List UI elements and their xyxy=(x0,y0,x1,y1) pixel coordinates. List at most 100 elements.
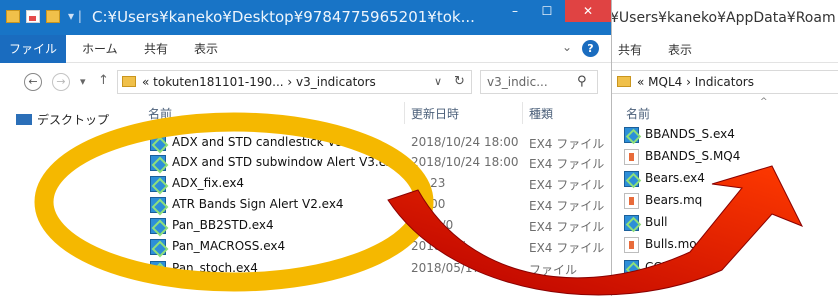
window-title: ¥Users¥kaneko¥AppData¥Roam xyxy=(612,10,836,26)
file-row[interactable]: Bears.mq xyxy=(612,191,838,211)
minimize-button[interactable]: – xyxy=(500,0,530,22)
navigation-pane: デスクトップ xyxy=(0,99,132,296)
column-header-date[interactable]: 更新日時 xyxy=(411,105,459,122)
file-row[interactable]: Bulls.mo xyxy=(612,235,838,255)
search-input[interactable]: v3_indic... ⚲ xyxy=(480,70,598,94)
ex4-file-icon xyxy=(150,155,166,171)
help-icon[interactable]: ? xyxy=(582,40,599,57)
address-row: « MQL4 › Indicators xyxy=(612,64,838,99)
file-type: EX4 ファイル xyxy=(529,241,605,255)
file-date: 2018/10/24 18:00 xyxy=(411,135,519,149)
file-type: EX4 ファイル xyxy=(529,199,605,213)
file-name: ADX_fix.ex4 xyxy=(172,176,245,190)
nav-item-label: デスクトップ xyxy=(37,113,110,127)
file-row[interactable]: Bull xyxy=(612,213,838,233)
file-row[interactable]: ADX and STD subwindow Alert V3.ex4 2018/… xyxy=(132,153,611,173)
up-button[interactable]: ↑ xyxy=(98,73,109,88)
expand-ribbon-icon[interactable]: ⌄ xyxy=(562,40,572,54)
left-explorer-window: ▾ | C:¥Users¥kaneko¥Desktop¥978477596520… xyxy=(0,0,612,296)
file-date: 20 23 xyxy=(411,176,446,190)
file-name: ADX and STD candlestick V3.ex4 xyxy=(172,135,369,149)
file-row[interactable]: BBANDS_S.MQ4 xyxy=(612,147,838,167)
folder-icon xyxy=(617,76,631,87)
file-name: BBANDS_S.ex4 xyxy=(645,127,735,141)
file-row[interactable]: ADX and STD candlestick V3.ex4 2018/10/2… xyxy=(132,133,611,153)
new-folder-icon[interactable] xyxy=(46,9,60,23)
file-type: EX4 ファイル xyxy=(529,157,605,171)
right-explorer-window: ¥Users¥kaneko¥AppData¥Roam 共有 表示 « MQL4 … xyxy=(612,0,838,296)
address-bar[interactable]: « MQL4 › Indicators xyxy=(612,70,838,94)
tab-home[interactable]: ホーム xyxy=(82,40,118,57)
file-name: Bears.ex4 xyxy=(645,171,705,185)
address-path[interactable]: « MQL4 › Indicators xyxy=(637,75,754,89)
recent-locations-icon[interactable]: ▾ xyxy=(80,75,86,88)
file-row[interactable]: Pan_stoch.ex4 2018/05/17 1 ファイル xyxy=(132,259,611,279)
address-path[interactable]: « tokuten181101-190... › v3_indicators xyxy=(142,75,376,89)
file-name: Pan_BB2STD.ex4 xyxy=(172,218,274,232)
folder-icon[interactable] xyxy=(6,9,20,23)
ribbon-tabs: 共有 表示 xyxy=(612,35,838,63)
file-date: 20 00 xyxy=(411,197,446,211)
file-type: ファイル xyxy=(529,263,578,277)
file-date: 2018/05/ xyxy=(411,239,465,253)
file-name: Pan_stoch.ex4 xyxy=(172,261,258,275)
mq4-file-icon xyxy=(624,149,639,165)
file-row[interactable]: Bears.ex4 xyxy=(612,169,838,189)
left-titlebar[interactable]: ▾ | C:¥Users¥kaneko¥Desktop¥978477596520… xyxy=(0,0,611,35)
refresh-icon[interactable]: ↻ xyxy=(454,74,465,89)
file-row[interactable]: BBANDS_S.ex4 xyxy=(612,125,838,145)
forward-button[interactable]: → xyxy=(52,73,70,91)
tab-share[interactable]: 共有 xyxy=(144,40,168,57)
quick-access-toolbar: ▾ | xyxy=(6,9,82,23)
search-placeholder: v3_indic... xyxy=(487,75,548,89)
file-name: Bears.mq xyxy=(645,193,703,207)
nav-item-desktop[interactable]: デスクトップ xyxy=(16,111,109,128)
file-row[interactable]: Pan_MACROSS.ex4 2018/05/ EX4 ファイル xyxy=(132,237,611,257)
tab-view[interactable]: 表示 xyxy=(668,41,692,58)
file-row[interactable]: ATR Bands Sign Alert V2.ex4 20 00 EX4 ファ… xyxy=(132,195,611,215)
file-name: ATR Bands Sign Alert V2.ex4 xyxy=(172,197,344,211)
ex4-file-icon xyxy=(624,127,639,143)
tab-share[interactable]: 共有 xyxy=(618,41,642,58)
file-row[interactable]: CCI xyxy=(612,258,838,278)
file-name: CCI xyxy=(645,260,666,274)
file-type: EX4 ファイル xyxy=(529,220,605,234)
address-bar[interactable]: « tokuten181101-190... › v3_indicators ∨… xyxy=(117,70,472,94)
column-divider[interactable] xyxy=(522,102,523,124)
close-button[interactable]: ✕ xyxy=(565,0,611,22)
right-titlebar[interactable]: ¥Users¥kaneko¥AppData¥Roam xyxy=(612,0,838,35)
file-row[interactable]: Pan_BB2STD.ex4 2018/0 EX4 ファイル xyxy=(132,216,611,236)
column-header-name[interactable]: 名前 xyxy=(626,105,650,122)
column-header-type[interactable]: 種類 xyxy=(529,105,553,122)
tab-file[interactable]: ファイル xyxy=(0,35,66,63)
ex4-file-icon xyxy=(624,215,639,231)
folder-icon xyxy=(122,76,136,87)
customize-toolbar-icon[interactable]: ▾ | xyxy=(68,9,82,23)
file-name: Bulls.mo xyxy=(645,237,697,251)
file-date: 2018/0 xyxy=(411,218,454,232)
mq4-file-icon xyxy=(624,193,639,209)
window-title: C:¥Users¥kaneko¥Desktop¥9784775965201¥to… xyxy=(92,8,475,26)
ex4-file-icon xyxy=(150,239,166,255)
file-name: Bull xyxy=(645,215,668,229)
ribbon-tabs: ファイル ホーム 共有 表示 ⌄ ? xyxy=(0,35,611,63)
ex4-file-icon xyxy=(150,176,166,192)
address-dropdown-icon[interactable]: ∨ xyxy=(434,75,442,88)
maximize-button[interactable]: ☐ xyxy=(532,0,562,22)
tab-view[interactable]: 表示 xyxy=(194,40,218,57)
address-row: ← → ▾ ↑ « tokuten181101-190... › v3_indi… xyxy=(0,64,611,99)
ex4-file-icon xyxy=(150,218,166,234)
ex4-file-icon xyxy=(624,260,639,276)
search-icon[interactable]: ⚲ xyxy=(577,74,587,89)
file-list: 名前 更新日時 種類 ADX and STD candlestick V3.ex… xyxy=(132,99,611,296)
properties-icon[interactable] xyxy=(26,9,40,23)
back-button[interactable]: ← xyxy=(24,73,42,91)
desktop-icon xyxy=(16,114,32,125)
ex4-file-icon xyxy=(150,197,166,213)
file-row[interactable]: ADX_fix.ex4 20 23 EX4 ファイル xyxy=(132,174,611,194)
ex4-file-icon xyxy=(150,261,166,277)
file-name: ADX and STD subwindow Alert V3.ex4 xyxy=(172,155,401,169)
file-date: 2018/10/24 18:00 xyxy=(411,155,519,169)
column-header-name[interactable]: 名前 xyxy=(148,105,172,122)
column-divider[interactable] xyxy=(404,102,405,124)
